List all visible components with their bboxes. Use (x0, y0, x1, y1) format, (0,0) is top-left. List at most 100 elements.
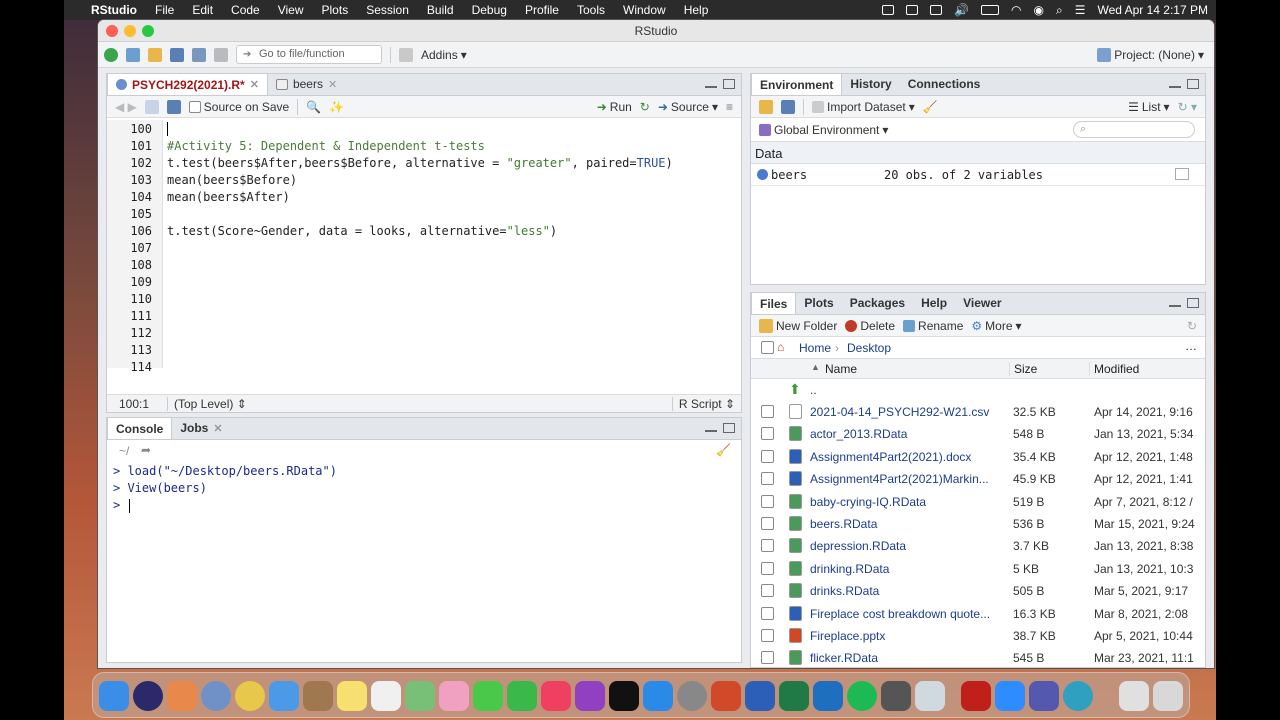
tab-jobs[interactable]: Jobs ✕ (172, 417, 230, 439)
file-name-link[interactable]: drinks.RData (810, 584, 879, 598)
search-icon[interactable]: 🔍 (306, 100, 321, 114)
file-checkbox[interactable] (761, 494, 774, 508)
addins-menu[interactable]: Addins ▾ (421, 48, 467, 62)
select-all-checkbox[interactable] (761, 341, 774, 354)
tab-console[interactable]: Console (107, 417, 173, 439)
run-button[interactable]: ➜ Run (597, 100, 632, 114)
breadcrumb-home[interactable]: Home (799, 341, 831, 355)
tab-beers[interactable]: beers ✕ (268, 73, 345, 95)
trash-icon[interactable] (1153, 681, 1183, 711)
parent-dir-row[interactable]: ⬆ .. (751, 379, 1205, 401)
broom-icon[interactable]: 🧹 (923, 100, 938, 114)
refresh-icon[interactable]: ↻ ▾ (1178, 100, 1197, 114)
play-icon[interactable] (930, 5, 943, 15)
facetime-icon[interactable] (507, 681, 537, 711)
file-name-link[interactable]: Fireplace cost breakdown quote... (810, 607, 990, 621)
menu-tools[interactable]: Tools (568, 3, 614, 17)
print-icon[interactable] (214, 47, 228, 62)
wifi-icon[interactable]: ◠ (1011, 3, 1021, 17)
file-name-link[interactable]: Assignment4Part2(2021)Markin... (810, 472, 989, 486)
maximize-pane-icon[interactable] (723, 79, 735, 89)
system-preferences-icon[interactable] (677, 681, 707, 711)
menu-plots[interactable]: Plots (313, 3, 358, 17)
volume-icon[interactable]: 🔊 (954, 3, 969, 17)
menu-app-name[interactable]: RStudio (82, 3, 146, 17)
outlook-icon[interactable] (813, 681, 843, 711)
file-row[interactable]: actor_2013.RData 548 B Jan 13, 2021, 5:34 (751, 423, 1205, 445)
tab-environment[interactable]: Environment (751, 73, 843, 95)
acrobat-icon[interactable] (961, 681, 991, 711)
back-icon[interactable]: ◀ ▶ (115, 100, 137, 114)
screen-recorder-icon[interactable] (1063, 681, 1093, 711)
file-name-link[interactable]: 2021-04-14_PSYCH292-W21.csv (810, 405, 989, 419)
minimize-window-button[interactable] (124, 25, 136, 37)
file-name-link[interactable]: depression.RData (810, 539, 906, 553)
tab-viewer[interactable]: Viewer (955, 292, 1009, 314)
zoom-window-button[interactable] (142, 25, 154, 37)
music-icon[interactable] (541, 681, 571, 711)
file-row[interactable]: depression.RData 3.7 KB Jan 13, 2021, 8:38 (751, 535, 1205, 557)
photos-icon[interactable] (439, 681, 469, 711)
more-path-icon[interactable]: … (1185, 339, 1197, 353)
minimize-pane-icon[interactable] (1169, 304, 1181, 307)
menu-edit[interactable]: Edit (183, 3, 222, 17)
menu-session[interactable]: Session (357, 3, 418, 17)
word-icon[interactable] (745, 681, 775, 711)
new-project-icon[interactable] (126, 47, 140, 62)
file-checkbox[interactable] (761, 539, 774, 553)
siri-icon[interactable] (133, 681, 163, 711)
file-checkbox[interactable] (761, 561, 774, 575)
notes-icon[interactable] (337, 681, 367, 711)
clear-console-icon[interactable]: 🧹 (716, 443, 731, 457)
column-modified[interactable]: Modified (1089, 362, 1139, 376)
file-row[interactable]: beers.RData 536 B Mar 15, 2021, 9:24 (751, 513, 1205, 535)
goto-dir-icon[interactable]: ➦ (141, 443, 151, 457)
file-name-link[interactable]: Assignment4Part2(2021).docx (810, 450, 971, 464)
code-tools-icon[interactable]: ✨ (329, 100, 344, 114)
app-store-icon[interactable] (643, 681, 673, 711)
menu-help[interactable]: Help (675, 3, 718, 17)
pane-layout-icon[interactable] (399, 47, 413, 62)
zoom-icon[interactable] (995, 681, 1025, 711)
file-name-link[interactable]: actor_2013.RData (810, 427, 907, 441)
rstudio-icon[interactable] (201, 681, 231, 711)
console-output[interactable]: > load("~/Desktop/beers.RData") > View(b… (107, 462, 741, 662)
minimize-pane-icon[interactable] (1169, 85, 1181, 88)
excel-icon[interactable] (779, 681, 809, 711)
list-view-menu[interactable]: ☰ List ▾ (1128, 100, 1169, 114)
control-center-icon[interactable]: ☰ (1075, 3, 1086, 17)
close-icon[interactable]: ✕ (213, 422, 222, 435)
spotify-icon[interactable] (847, 681, 877, 711)
goto-file-input[interactable]: Go to file/function (236, 45, 382, 64)
file-checkbox[interactable] (761, 405, 774, 418)
powerpoint-icon[interactable] (711, 681, 741, 711)
save-icon[interactable] (170, 47, 184, 62)
menu-view[interactable]: View (269, 3, 313, 17)
show-in-window-icon[interactable] (144, 99, 159, 114)
tab-plots[interactable]: Plots (796, 292, 841, 314)
outline-icon[interactable]: ≡ (726, 100, 733, 114)
column-name[interactable]: Name (825, 362, 857, 376)
mail-icon[interactable] (269, 681, 299, 711)
file-name-link[interactable]: Fireplace.pptx (810, 629, 885, 643)
menu-window[interactable]: Window (614, 3, 675, 17)
file-checkbox[interactable] (761, 427, 774, 441)
file-checkbox[interactable] (761, 472, 774, 486)
user-icon[interactable]: ◉ (1034, 3, 1044, 17)
battery-icon[interactable] (981, 5, 1000, 15)
calculator-icon[interactable] (881, 681, 911, 711)
reminders-icon[interactable] (371, 681, 401, 711)
file-name-link[interactable]: drinking.RData (810, 562, 889, 576)
source-on-save-toggle[interactable]: Source on Save (188, 100, 289, 114)
view-data-icon[interactable] (1175, 168, 1189, 180)
chrome-icon[interactable] (235, 681, 265, 711)
delete-button[interactable]: Delete (845, 319, 895, 333)
spotlight-icon[interactable]: ⌕ (1056, 3, 1063, 18)
menu-code[interactable]: Code (222, 3, 269, 17)
save-icon[interactable] (166, 99, 181, 114)
maximize-pane-icon[interactable] (1187, 79, 1199, 89)
file-row[interactable]: Assignment4Part2(2021)Markin... 45.9 KB Ap… (751, 468, 1205, 490)
tab-files[interactable]: Files (751, 292, 797, 314)
documents-folder-icon[interactable] (1119, 681, 1149, 711)
finder-icon[interactable] (99, 681, 129, 711)
